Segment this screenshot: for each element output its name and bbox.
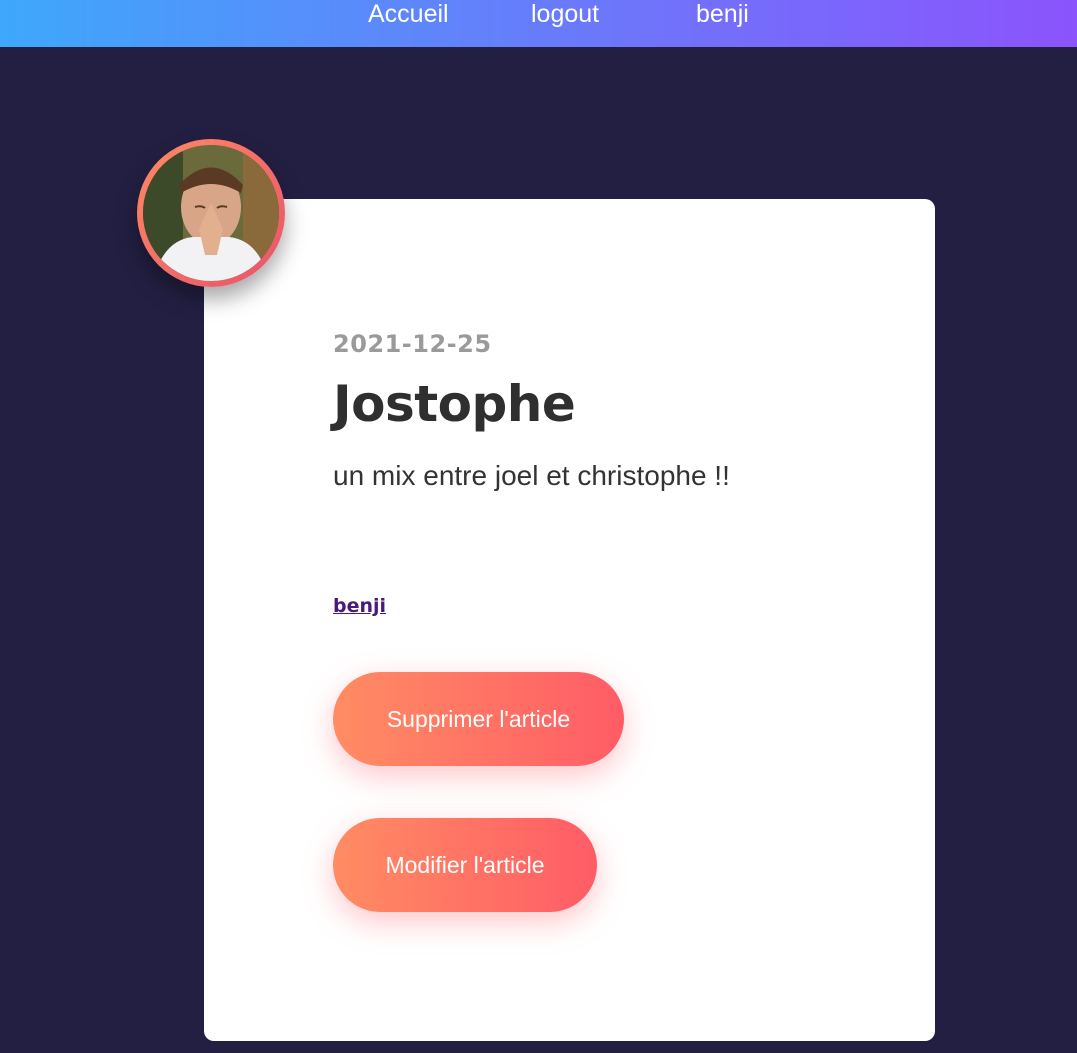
nav-link-logout[interactable]: logout — [531, 0, 599, 32]
top-navbar: Accueil logout benji — [0, 0, 1077, 47]
author-link[interactable]: benji — [333, 595, 386, 617]
article-description: un mix entre joel et christophe !! — [333, 460, 730, 491]
article-title: Jostophe — [333, 375, 576, 433]
article-date: 2021-12-25 — [333, 330, 492, 358]
author-avatar — [137, 139, 285, 287]
nav-link-user[interactable]: benji — [696, 0, 749, 32]
article-card — [204, 199, 935, 1041]
delete-article-button[interactable]: Supprimer l'article — [333, 672, 624, 766]
nav-link-accueil[interactable]: Accueil — [368, 0, 449, 32]
avatar-photo — [143, 145, 279, 281]
edit-article-button[interactable]: Modifier l'article — [333, 818, 597, 912]
